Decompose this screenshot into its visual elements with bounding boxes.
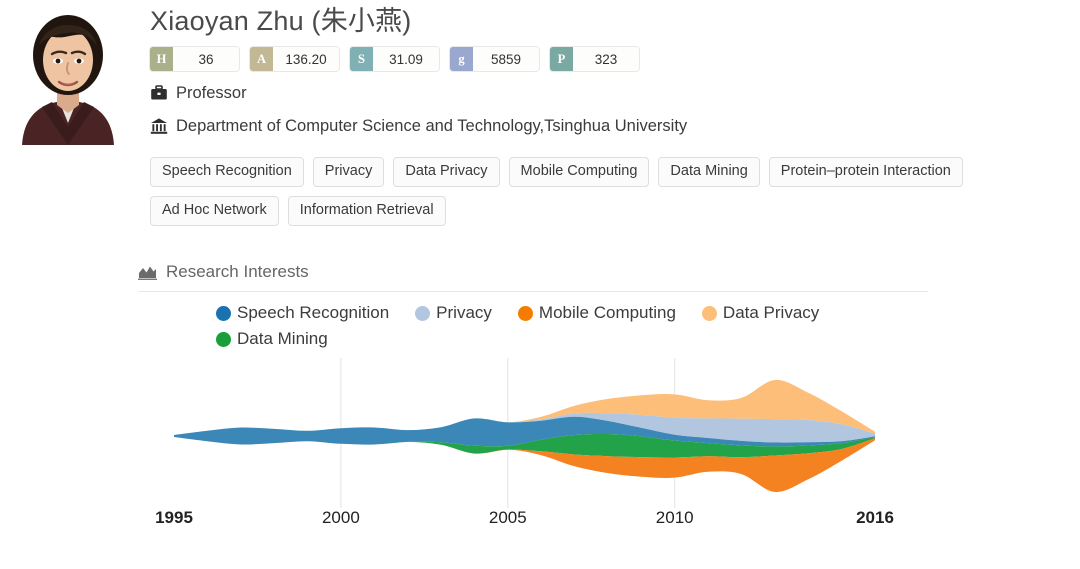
research-interests-section: Research Interests Speech Recognition Pr… <box>138 262 928 349</box>
affiliation-label: Department of Computer Science and Techn… <box>176 117 688 135</box>
chart-x-axis: 1995 2000 2005 2010 2016 <box>138 508 938 534</box>
area-chart-icon <box>138 266 157 280</box>
legend-label: Privacy <box>436 303 492 322</box>
portrait-photo <box>8 5 128 145</box>
axis-tick-2016: 2016 <box>856 508 894 527</box>
tag-chip[interactable]: Protein–protein Interaction <box>768 157 963 187</box>
section-title: Research Interests <box>166 262 309 281</box>
streamgraph-svg <box>174 358 875 508</box>
metric-value-g: 5859 <box>473 47 539 71</box>
metric-badge-a[interactable]: A 136.20 <box>250 47 339 71</box>
metric-value-h: 36 <box>173 47 239 71</box>
legend-dot-icon <box>216 331 231 347</box>
legend-label: Data Mining <box>237 329 328 348</box>
tag-chip[interactable]: Information Retrieval <box>287 196 446 226</box>
position-label: Professor <box>176 84 247 102</box>
metric-key-p: P <box>550 47 573 71</box>
legend-item-mobile-computing[interactable]: Mobile Computing <box>517 303 676 323</box>
position-row: Professor <box>150 82 1050 104</box>
metric-badge-g[interactable]: g 5859 <box>450 47 539 71</box>
streamgraph-chart[interactable] <box>138 358 938 508</box>
tag-chip[interactable]: Privacy <box>312 157 385 187</box>
legend-item-data-privacy[interactable]: Data Privacy <box>701 303 820 323</box>
interest-tags: Speech Recognition Privacy Data Privacy … <box>150 157 1040 226</box>
profile-header: Xiaoyan Zhu (朱小燕) H 36 A 136.20 S 31.09 … <box>150 0 1050 226</box>
axis-tick-2005: 2005 <box>488 508 527 527</box>
legend-item-data-mining[interactable]: Data Mining <box>216 329 328 349</box>
legend-dot-icon <box>701 305 717 321</box>
metric-value-a: 136.20 <box>273 47 339 71</box>
section-divider <box>138 291 928 292</box>
chart-legend: Speech Recognition Privacy Mobile Comput… <box>216 303 916 349</box>
legend-dot-icon <box>517 305 533 321</box>
metric-key-s: S <box>350 47 373 71</box>
tag-chip[interactable]: Data Privacy <box>393 157 500 187</box>
axis-tick-1995: 1995 <box>155 508 193 527</box>
chart-bands <box>174 379 875 493</box>
legend-label: Mobile Computing <box>538 303 676 322</box>
institution-icon <box>150 118 168 134</box>
legend-label: Data Privacy <box>722 303 820 322</box>
metric-key-a: A <box>250 47 273 71</box>
tag-chip[interactable]: Speech Recognition <box>150 157 304 187</box>
metric-key-h: H <box>150 47 173 71</box>
tag-chip[interactable]: Ad Hoc Network <box>150 196 279 226</box>
metric-value-p: 323 <box>573 47 639 71</box>
axis-tick-2000: 2000 <box>321 508 360 527</box>
metric-badge-s[interactable]: S 31.09 <box>350 47 439 71</box>
affiliation-row: Department of Computer Science and Techn… <box>150 115 1050 137</box>
page-title: Xiaoyan Zhu (朱小燕) <box>150 6 412 36</box>
tag-chip[interactable]: Mobile Computing <box>508 157 650 187</box>
legend-dot-icon <box>216 305 231 321</box>
metric-badge-h[interactable]: H 36 <box>150 47 239 71</box>
metric-value-s: 31.09 <box>373 47 439 71</box>
metric-badges: H 36 A 136.20 S 31.09 g 5859 P 323 <box>150 47 1050 71</box>
briefcase-icon <box>151 85 167 100</box>
legend-item-speech-recognition[interactable]: Speech Recognition <box>216 303 389 323</box>
axis-tick-2010: 2010 <box>655 508 694 527</box>
legend-item-privacy[interactable]: Privacy <box>415 303 492 323</box>
tag-chip[interactable]: Data Mining <box>658 157 760 187</box>
section-header: Research Interests <box>138 262 928 282</box>
legend-label: Speech Recognition <box>237 303 390 322</box>
legend-dot-icon <box>415 305 431 321</box>
avatar[interactable] <box>8 5 128 145</box>
metric-key-g: g <box>450 47 473 71</box>
metric-badge-p[interactable]: P 323 <box>550 47 639 71</box>
